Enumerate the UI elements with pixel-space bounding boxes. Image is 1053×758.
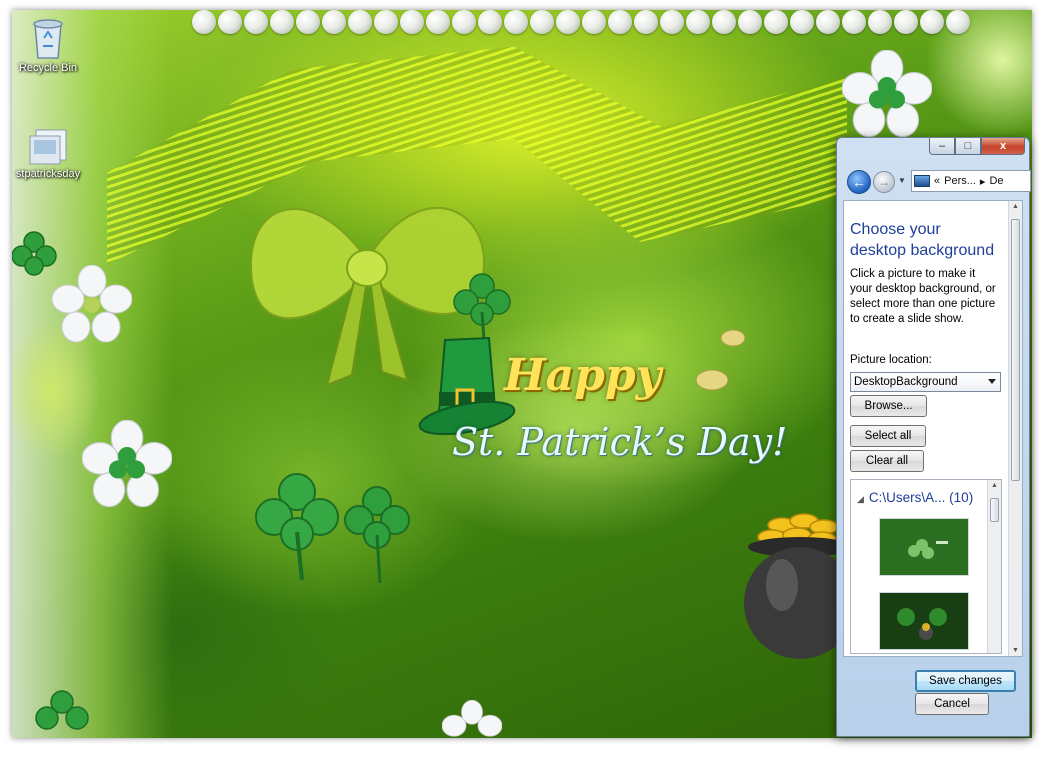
shamrock-icon [255, 473, 339, 581]
breadcrumb-separator-icon[interactable]: ▸ [980, 175, 986, 188]
white-flower-icon [842, 50, 932, 138]
address-overflow-chevron[interactable]: « [934, 175, 940, 187]
chevron-down-icon [988, 379, 996, 384]
recent-pages-dropdown[interactable]: ▼ [898, 176, 906, 185]
maximize-button[interactable]: □ [955, 138, 981, 155]
scroll-up-icon[interactable]: ▲ [1012, 203, 1019, 210]
desktop-icon-stpatricksday[interactable]: stpatricksday [12, 128, 87, 180]
content-pane: Choose your desktop background Click a p… [843, 200, 1023, 657]
desktop-icon-label: Recycle Bin [18, 62, 78, 74]
gallery-scroll-thumb[interactable] [990, 498, 999, 522]
theme-file-icon [29, 129, 67, 165]
clear-all-button[interactable]: Clear all [850, 450, 924, 472]
address-bar[interactable]: « Pers... ▸ De [911, 170, 1031, 192]
browse-button[interactable]: Browse... [850, 395, 927, 417]
desktop-icon-label: stpatricksday [15, 168, 81, 180]
gold-coin-icon [720, 329, 746, 347]
minimize-button[interactable]: – [929, 138, 955, 155]
caption-buttons: – □ x [929, 138, 1025, 158]
wallpaper-thumbnail[interactable] [879, 518, 969, 576]
white-flower-icon [52, 265, 132, 343]
cancel-button[interactable]: Cancel [915, 693, 989, 715]
shamrock-icon [344, 486, 410, 584]
picture-group-path: C:\Users\A... (10) [868, 490, 974, 505]
wallpaper-thumbnail[interactable] [879, 592, 969, 650]
desktop-icon-recycle-bin[interactable]: Recycle Bin [12, 16, 87, 74]
personalization-window: – □ x ← → ▼ « Pers... ▸ De Choose your d… [836, 137, 1031, 737]
white-flower-icon [82, 420, 172, 508]
back-button[interactable]: ← [847, 170, 871, 194]
close-button[interactable]: x [981, 138, 1025, 155]
shamrock-icon [35, 690, 89, 730]
breadcrumb-desktop-background[interactable]: De [989, 175, 1003, 187]
pearl-string [192, 10, 970, 40]
navigation-bar: ← → ▼ « Pers... ▸ De [843, 168, 1031, 196]
white-flower-icon [442, 700, 502, 737]
recycle-bin-icon [33, 19, 63, 59]
forward-button[interactable]: → [873, 171, 895, 193]
scroll-down-icon[interactable]: ▼ [1012, 647, 1019, 654]
shamrock-icon [12, 231, 57, 276]
page-title: Choose your desktop background [850, 221, 995, 259]
content-scrollbar[interactable]: ▲ ▼ [1008, 201, 1022, 656]
picture-gallery: ◢ C:\Users\A... (10) ▲ [850, 479, 1002, 654]
greeting-st-patricks-day: St. Patrick’s Day! [452, 420, 788, 464]
picture-location-value: DesktopBackground [854, 376, 958, 388]
greeting-text: Happy St. Patrick’s Day! [452, 350, 832, 490]
scroll-up-icon[interactable]: ▲ [991, 482, 998, 489]
flower-frame-left [12, 10, 172, 738]
collapse-triangle-icon[interactable]: ◢ [857, 494, 864, 504]
greeting-happy: Happy [504, 350, 662, 401]
gallery-scrollbar[interactable]: ▲ [987, 480, 1001, 653]
breadcrumb-personalization[interactable]: Pers... [944, 175, 976, 187]
picture-location-label: Picture location: [850, 354, 932, 366]
save-changes-button[interactable]: Save changes [915, 670, 1016, 692]
content-scroll-thumb[interactable] [1011, 219, 1020, 481]
select-all-button[interactable]: Select all [850, 425, 926, 447]
picture-location-select[interactable]: DesktopBackground [850, 372, 1001, 392]
control-panel-icon [914, 175, 930, 187]
picture-group-header[interactable]: ◢ C:\Users\A... (10) [857, 490, 973, 505]
page-description: Click a picture to make it your desktop … [850, 268, 996, 325]
